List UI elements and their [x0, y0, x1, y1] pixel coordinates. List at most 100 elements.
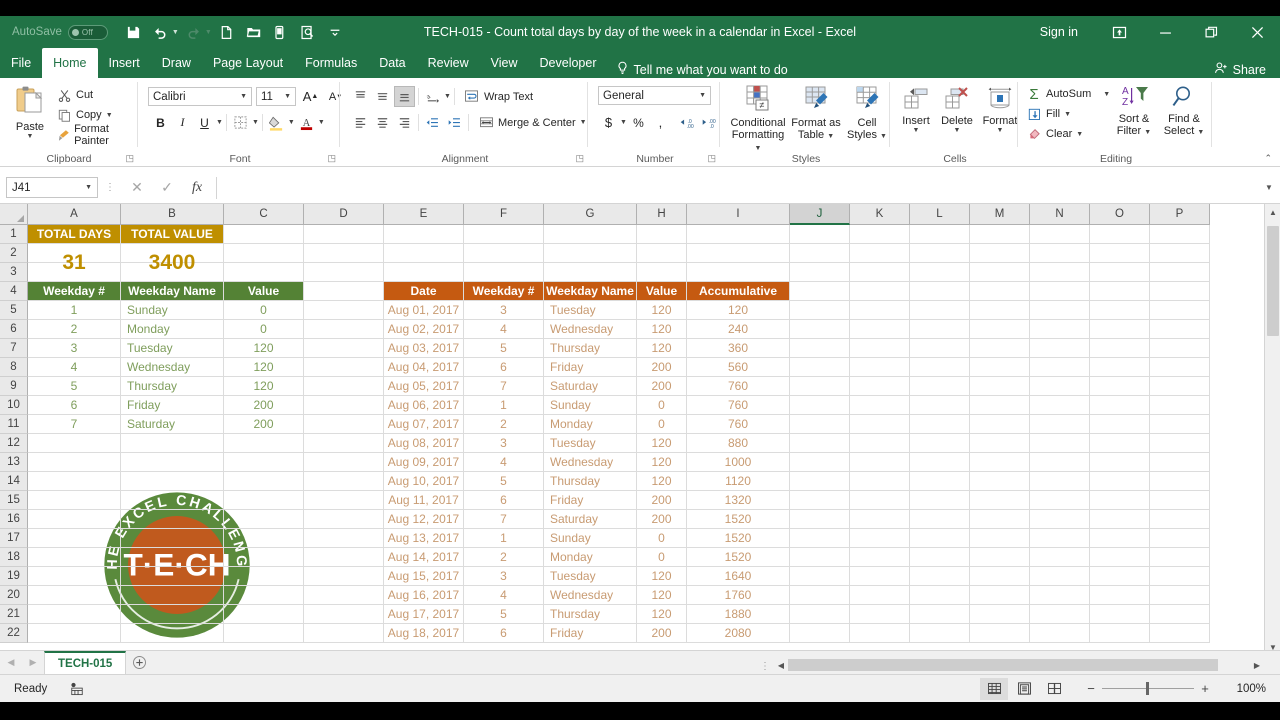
undo-dropdown-icon[interactable]: ▼ — [172, 29, 179, 36]
calendar-table-cell[interactable]: 6 — [464, 491, 543, 509]
weekday-table-header-0[interactable]: Weekday # — [28, 282, 120, 300]
currency-button[interactable]: $ — [598, 112, 619, 133]
column-header-i[interactable]: I — [687, 204, 790, 225]
expand-formula-bar-icon[interactable]: ▼ — [1258, 183, 1280, 192]
summary-total-days-value[interactable]: 31 — [28, 244, 120, 281]
format-dropdown-icon[interactable]: ▼ — [997, 127, 1004, 134]
open-icon[interactable] — [242, 20, 266, 44]
calendar-table-cell[interactable]: 0 — [637, 415, 686, 433]
copy-button[interactable]: Copy ▼ — [56, 105, 138, 125]
calendar-table-cell[interactable]: Monday — [544, 548, 636, 566]
calendar-table-cell[interactable]: 5 — [464, 339, 543, 357]
column-header-p[interactable]: P — [1150, 204, 1210, 225]
calendar-table-cell[interactable]: 120 — [637, 605, 686, 623]
touch-mode-icon[interactable] — [269, 20, 293, 44]
calendar-table-cell[interactable]: Saturday — [544, 510, 636, 528]
close-icon[interactable] — [1234, 16, 1280, 48]
align-middle-button[interactable] — [372, 86, 393, 107]
calendar-table-cell[interactable]: Aug 08, 2017 — [384, 434, 463, 452]
scroll-up-icon[interactable]: ▲ — [1265, 204, 1280, 221]
calendar-table-cell[interactable]: Aug 07, 2017 — [384, 415, 463, 433]
row-header-14[interactable]: 14 — [0, 472, 28, 491]
orientation-icon[interactable]: a — [422, 86, 443, 107]
page-break-preview-icon[interactable] — [1040, 678, 1068, 700]
calendar-table-cell[interactable]: Aug 10, 2017 — [384, 472, 463, 490]
calendar-table-cell[interactable]: Aug 05, 2017 — [384, 377, 463, 395]
calendar-table-cell[interactable]: Wednesday — [544, 453, 636, 471]
print-preview-icon[interactable] — [296, 20, 320, 44]
calendar-table-cell[interactable]: 120 — [637, 586, 686, 604]
column-header-j[interactable]: J — [790, 204, 850, 225]
calendar-table-header-3[interactable]: Value — [637, 282, 686, 300]
clear-button[interactable]: Clear ▼ — [1026, 124, 1110, 144]
tab-file[interactable]: File — [0, 48, 42, 78]
row-header-12[interactable]: 12 — [0, 434, 28, 453]
scroll-right-icon[interactable]: ▶ — [1250, 656, 1264, 674]
merge-center-button[interactable]: Merge & Center ▼ — [478, 113, 587, 133]
delete-dropdown-icon[interactable]: ▼ — [954, 127, 961, 134]
tell-me-search[interactable]: Tell me what you want to do — [616, 61, 788, 78]
italic-button[interactable]: I — [172, 112, 193, 133]
row-header-1[interactable]: 1 — [0, 225, 28, 244]
tab-view[interactable]: View — [480, 48, 529, 78]
sort-filter-button[interactable]: A Z Sort & Filter ▼ — [1112, 84, 1156, 139]
autosum-button[interactable]: Σ AutoSum ▼ — [1026, 84, 1110, 104]
column-header-c[interactable]: C — [224, 204, 304, 225]
calendar-table-cell[interactable]: Saturday — [544, 377, 636, 395]
tab-page-layout[interactable]: Page Layout — [202, 48, 294, 78]
weekday-table-cell[interactable]: 7 — [28, 415, 120, 433]
font-dialog-launcher[interactable]: ◳ — [327, 153, 336, 164]
zoom-handle[interactable] — [1146, 682, 1149, 695]
restore-icon[interactable] — [1188, 16, 1234, 48]
calendar-table-cell[interactable]: 1 — [464, 529, 543, 547]
percent-button[interactable]: % — [628, 112, 649, 133]
increase-decimal-button[interactable]: .0.00 — [677, 112, 698, 133]
calendar-table-cell[interactable]: Aug 03, 2017 — [384, 339, 463, 357]
calendar-table-cell[interactable]: 120 — [687, 301, 789, 319]
weekday-table-cell[interactable]: 200 — [224, 396, 303, 414]
weekday-table-cell[interactable]: 4 — [28, 358, 120, 376]
wrap-text-button[interactable]: Wrap Text — [464, 87, 533, 107]
calendar-table-cell[interactable]: Monday — [544, 415, 636, 433]
vertical-scroll-thumb[interactable] — [1267, 226, 1279, 336]
autosave-control[interactable]: AutoSave Off — [12, 24, 108, 40]
column-header-g[interactable]: G — [544, 204, 637, 225]
fill-dropdown-icon[interactable]: ▼ — [1064, 111, 1071, 118]
calendar-table-header-4[interactable]: Accumulative — [687, 282, 789, 300]
find-select-button[interactable]: Find & Select ▼ — [1160, 84, 1208, 139]
row-header-13[interactable]: 13 — [0, 453, 28, 472]
weekday-table-header-1[interactable]: Weekday Name — [121, 282, 223, 300]
calendar-table-cell[interactable]: 1120 — [687, 472, 789, 490]
weekday-table-cell[interactable]: Wednesday — [121, 358, 223, 376]
weekday-table-cell[interactable]: 0 — [224, 301, 303, 319]
minimize-icon[interactable] — [1142, 16, 1188, 48]
calendar-table-cell[interactable]: 200 — [637, 624, 686, 642]
font-color-icon[interactable]: A — [296, 112, 317, 133]
column-header-f[interactable]: F — [464, 204, 544, 225]
zoom-level[interactable]: 100% — [1224, 683, 1266, 695]
tab-insert[interactable]: Insert — [98, 48, 151, 78]
row-header-2[interactable]: 2 — [0, 244, 28, 263]
calendar-table-cell[interactable]: 0 — [637, 548, 686, 566]
calendar-table-cell[interactable]: 1520 — [687, 510, 789, 528]
find-select-dropdown-icon[interactable]: ▼ — [1197, 129, 1204, 136]
calendar-table-cell[interactable]: 1880 — [687, 605, 789, 623]
insert-cells-button[interactable]: Insert ▼ — [898, 86, 934, 134]
weekday-table-cell[interactable]: Tuesday — [121, 339, 223, 357]
calendar-table-cell[interactable]: 3 — [464, 301, 543, 319]
calendar-table-cell[interactable]: 7 — [464, 377, 543, 395]
decrease-indent-button[interactable] — [422, 112, 443, 133]
align-center-button[interactable] — [372, 112, 393, 133]
fill-color-icon[interactable] — [266, 112, 287, 133]
column-header-a[interactable]: A — [28, 204, 121, 225]
horizontal-scroll-thumb[interactable] — [788, 659, 1218, 671]
orientation-dropdown-icon[interactable]: ▼ — [444, 93, 451, 100]
calendar-table-cell[interactable]: Aug 14, 2017 — [384, 548, 463, 566]
vertical-scrollbar[interactable]: ▲ ▼ — [1264, 204, 1280, 656]
column-header-e[interactable]: E — [384, 204, 464, 225]
paste-dropdown-icon[interactable]: ▼ — [27, 133, 34, 140]
calendar-table-cell[interactable]: 880 — [687, 434, 789, 452]
zoom-in-button[interactable]: + — [1194, 681, 1216, 696]
summary-total-days-header[interactable]: TOTAL DAYS — [28, 225, 120, 243]
row-header-9[interactable]: 9 — [0, 377, 28, 396]
